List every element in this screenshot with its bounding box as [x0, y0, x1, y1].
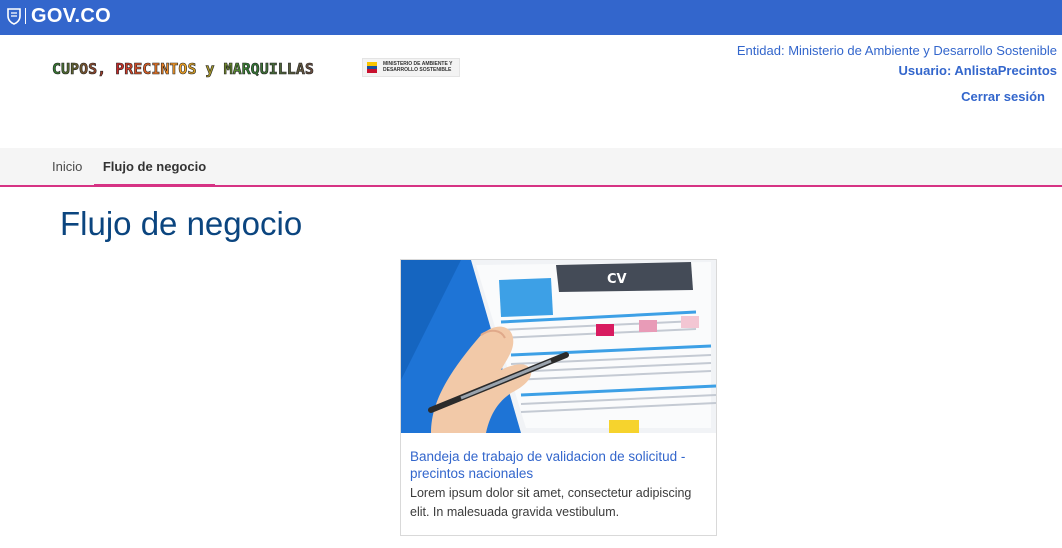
- nav-item-inicio[interactable]: Inicio: [52, 148, 82, 185]
- card-title-link[interactable]: Bandeja de trabajo de validacion de soli…: [410, 448, 710, 482]
- entity-label: Entidad: Ministerio de Ambiente y Desarr…: [736, 43, 1057, 58]
- page-title: Flujo de negocio: [60, 205, 303, 242]
- nav-item-flujo-de-negocio[interactable]: Flujo de negocio: [94, 148, 215, 187]
- ministerio-ambiente-logo: MINISTERIO DE AMBIENTE Y DESARROLLO SOST…: [362, 58, 460, 77]
- logout-link[interactable]: Cerrar sesión: [961, 89, 1045, 104]
- ministerio-logo-text: MINISTERIO DE AMBIENTE Y DESARROLLO SOST…: [383, 61, 453, 73]
- gov-co-link[interactable]: GOV.CO: [31, 4, 111, 28]
- gov-separator: [25, 8, 26, 24]
- user-label: Usuario: AnlistaPrecintos: [898, 63, 1057, 78]
- cv-label: CV: [607, 272, 627, 287]
- cupos-precintos-marquillas-logo[interactable]: CUPOS, PRECINTOS y MARQUILLAS: [52, 56, 342, 80]
- gov-co-bar: GOV.CO: [0, 0, 1062, 35]
- logo-text: CUPOS, PRECINTOS y MARQUILLAS: [52, 60, 314, 78]
- card-description: Lorem ipsum dolor sit amet, consectetur …: [410, 486, 692, 519]
- colombia-shield-icon: [7, 8, 21, 25]
- workflow-card[interactable]: CV Bandeja de trabajo de validacion de s…: [400, 259, 717, 536]
- main-nav: Inicio Flujo de negocio: [0, 148, 1062, 187]
- crest-icon: [367, 62, 377, 73]
- cv-document-with-pen-image: CV: [401, 260, 716, 433]
